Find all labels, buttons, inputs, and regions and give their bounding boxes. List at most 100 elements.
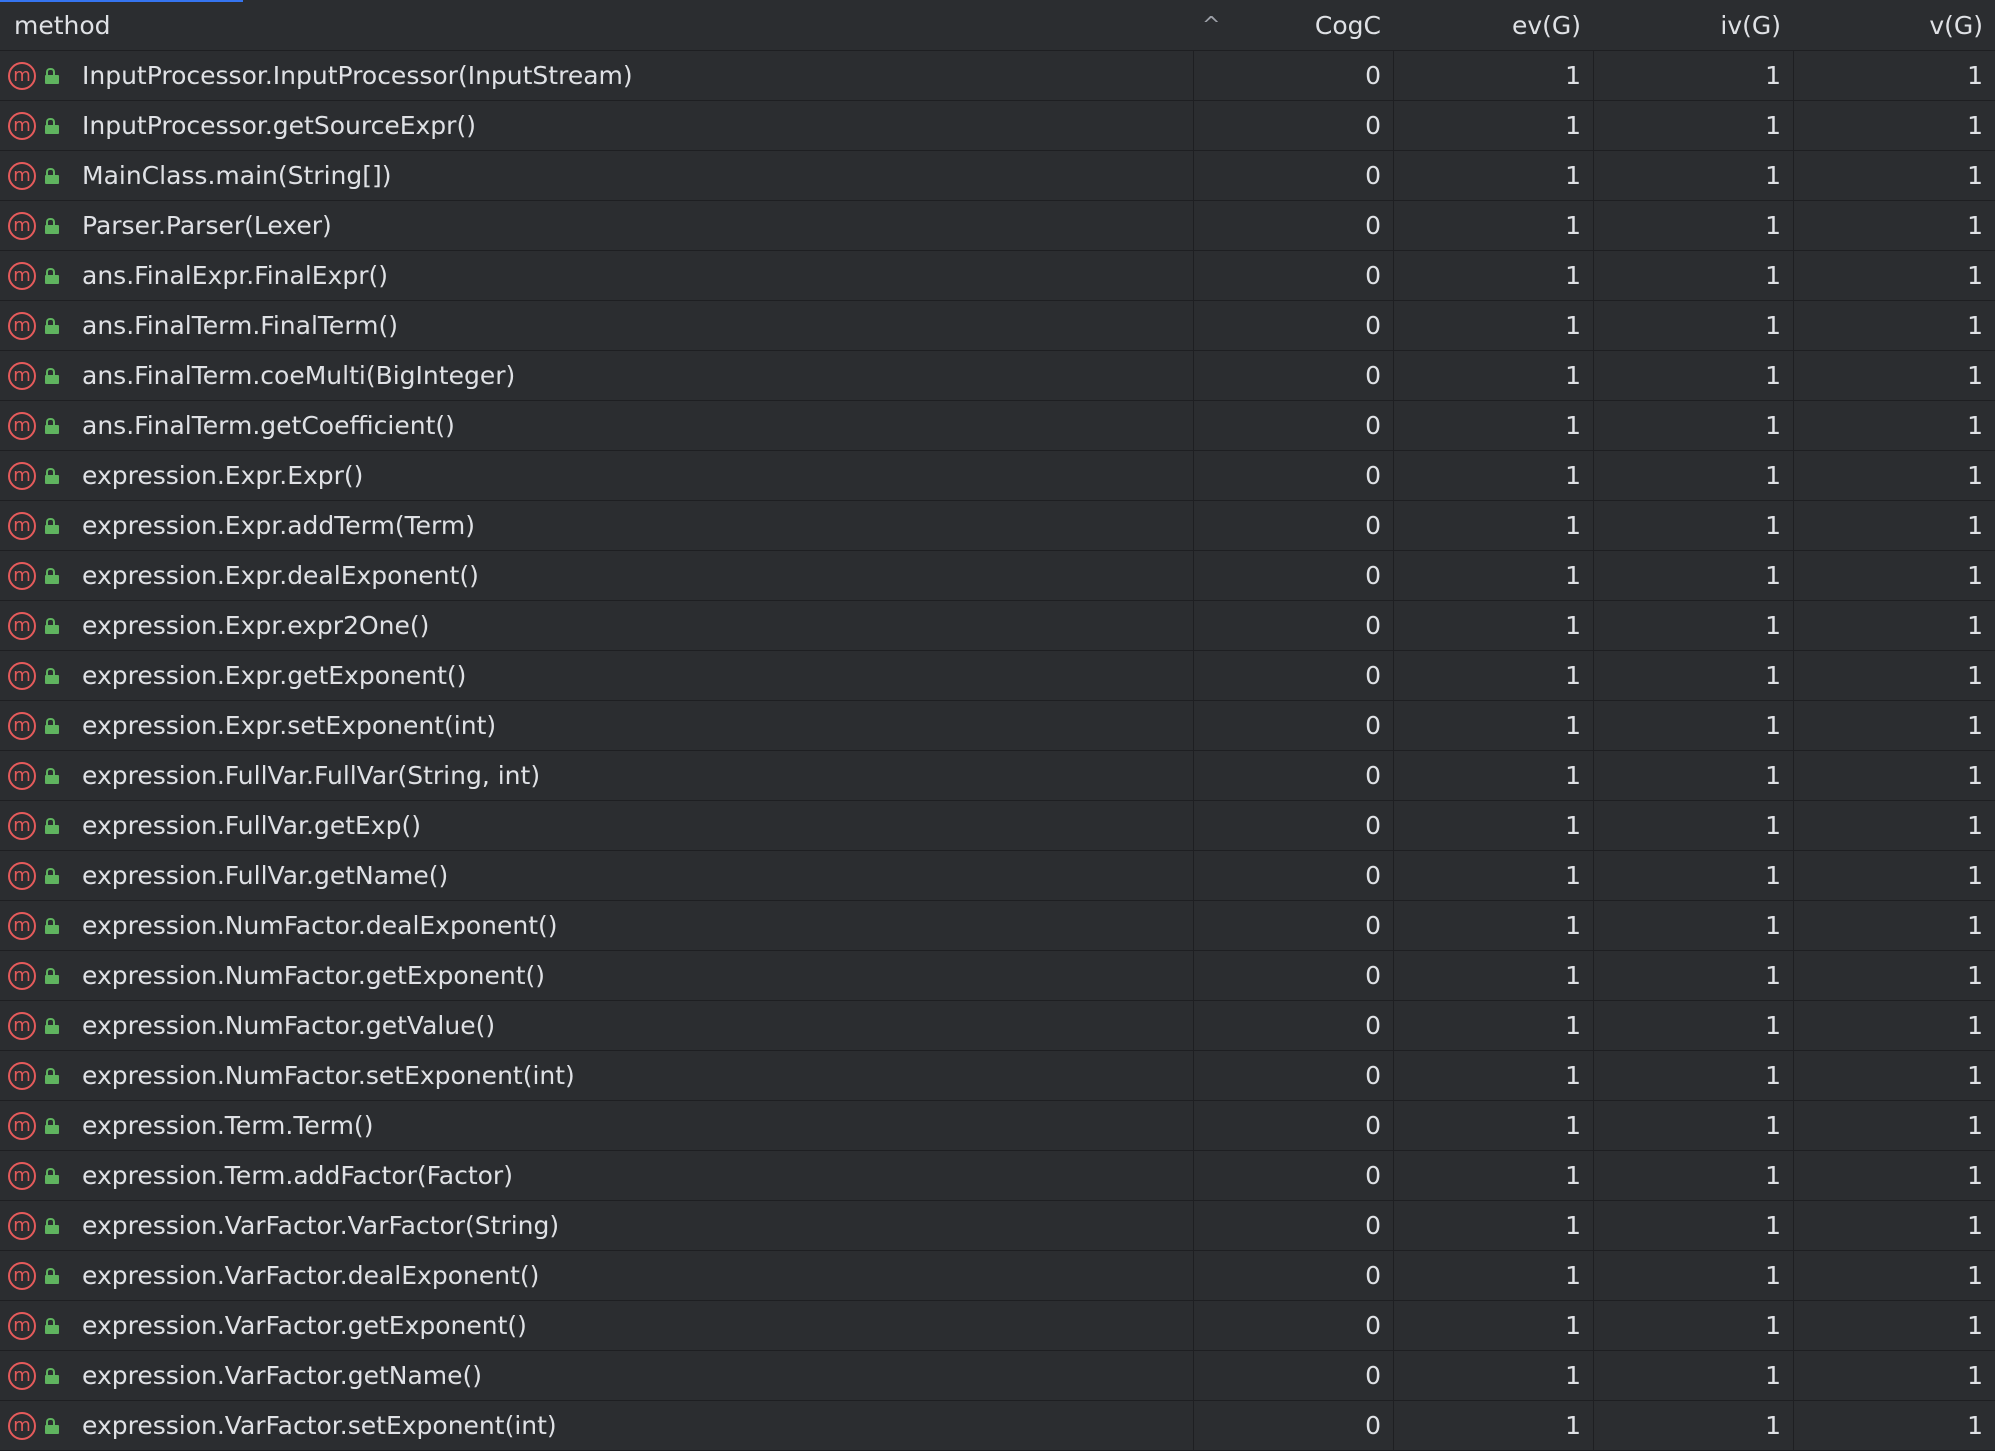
table-row[interactable]: m InputProcessor.InputProcessor(InputStre… <box>0 51 1995 101</box>
cogc-value: 0 <box>1193 551 1393 600</box>
vg-value: 1 <box>1793 101 1995 150</box>
column-header-ivg[interactable]: iv(G) <box>1593 0 1793 50</box>
evg-value: 1 <box>1393 1251 1593 1300</box>
method-icon: m <box>8 911 36 940</box>
column-header-vg[interactable]: v(G) <box>1793 0 1995 50</box>
method-icon: m <box>8 411 36 440</box>
ivg-value: 1 <box>1593 401 1793 450</box>
method-cell: m expression.FullVar.FullVar(String, int) <box>0 751 1193 800</box>
table-row[interactable]: m expression.Expr.getExponent() 0 1 1 1 <box>0 651 1995 701</box>
method-icon: m <box>8 861 36 890</box>
vg-value: 1 <box>1793 751 1995 800</box>
ivg-value: 1 <box>1593 901 1793 950</box>
public-lock-icon <box>45 1067 59 1084</box>
table-row[interactable]: m expression.VarFactor.dealExponent() 0 1 1 1 <box>0 1251 1995 1301</box>
method-icon: m <box>8 1411 36 1440</box>
ivg-value: 1 <box>1593 951 1793 1000</box>
cogc-value: 0 <box>1193 1201 1393 1250</box>
column-header-evg[interactable]: ev(G) <box>1393 0 1593 50</box>
evg-value: 1 <box>1393 901 1593 950</box>
table-row[interactable]: m expression.Expr.dealExponent() 0 1 1 1 <box>0 551 1995 601</box>
evg-value: 1 <box>1393 501 1593 550</box>
cogc-value: 0 <box>1193 851 1393 900</box>
table-row[interactable]: m ans.FinalTerm.getCoefficient() 0 1 1 1 <box>0 401 1995 451</box>
vg-value: 1 <box>1793 401 1995 450</box>
table-row[interactable]: m expression.Term.addFactor(Factor) 0 1 1 1 <box>0 1151 1995 1201</box>
table-row[interactable]: m InputProcessor.getSourceExpr() 0 1 1 1 <box>0 101 1995 151</box>
ivg-value: 1 <box>1593 701 1793 750</box>
table-row[interactable]: m expression.NumFactor.dealExponent() 0 1 1 1 <box>0 901 1995 951</box>
table-row[interactable]: m expression.Expr.setExponent(int) 0 1 1 1 <box>0 701 1995 751</box>
public-lock-icon <box>45 267 59 284</box>
evg-value: 1 <box>1393 251 1593 300</box>
vg-value: 1 <box>1793 951 1995 1000</box>
table-row[interactable]: m Parser.Parser(Lexer) 0 1 1 1 <box>0 201 1995 251</box>
evg-value: 1 <box>1393 451 1593 500</box>
table-row[interactable]: m expression.Expr.Expr() 0 1 1 1 <box>0 451 1995 501</box>
vg-value: 1 <box>1793 1301 1995 1350</box>
method-name: expression.Expr.dealExponent() <box>82 561 479 590</box>
table-row[interactable]: m ans.FinalExpr.FinalExpr() 0 1 1 1 <box>0 251 1995 301</box>
public-lock-icon <box>45 467 59 484</box>
table-row[interactable]: m expression.VarFactor.setExponent(int) 0 1… <box>0 1401 1995 1451</box>
ivg-value: 1 <box>1593 101 1793 150</box>
method-name: expression.NumFactor.setExponent(int) <box>82 1061 575 1090</box>
vg-value: 1 <box>1793 151 1995 200</box>
evg-value: 1 <box>1393 951 1593 1000</box>
cogc-value: 0 <box>1193 251 1393 300</box>
evg-value: 1 <box>1393 201 1593 250</box>
ivg-value: 1 <box>1593 351 1793 400</box>
table-row[interactable]: m expression.VarFactor.VarFactor(String) 0… <box>0 1201 1995 1251</box>
ivg-value: 1 <box>1593 1251 1793 1300</box>
evg-value: 1 <box>1393 301 1593 350</box>
method-icon: m <box>8 1261 36 1290</box>
method-name: expression.Expr.setExponent(int) <box>82 711 497 740</box>
cogc-value: 0 <box>1193 1151 1393 1200</box>
table-row[interactable]: m expression.FullVar.FullVar(String, int)… <box>0 751 1995 801</box>
table-row[interactable]: m MainClass.main(String[]) 0 1 1 1 <box>0 151 1995 201</box>
method-name: ans.FinalTerm.getCoefficient() <box>82 411 455 440</box>
ivg-value: 1 <box>1593 801 1793 850</box>
public-lock-icon <box>45 567 59 584</box>
public-lock-icon <box>45 117 59 134</box>
evg-value: 1 <box>1393 351 1593 400</box>
method-icon: m <box>8 1211 36 1240</box>
table-row[interactable]: m expression.FullVar.getExp() 0 1 1 1 <box>0 801 1995 851</box>
table-row[interactable]: m expression.FullVar.getName() 0 1 1 1 <box>0 851 1995 901</box>
column-header-cogc[interactable]: CogC <box>1193 0 1393 50</box>
ivg-value: 1 <box>1593 1051 1793 1100</box>
table-row[interactable]: m expression.VarFactor.getName() 0 1 1 1 <box>0 1351 1995 1401</box>
evg-value: 1 <box>1393 701 1593 750</box>
method-cell: m expression.VarFactor.getExponent() <box>0 1301 1193 1350</box>
method-cell: m expression.Expr.Expr() <box>0 451 1193 500</box>
method-icon: m <box>8 261 36 290</box>
cogc-value: 0 <box>1193 451 1393 500</box>
method-name: ans.FinalTerm.FinalTerm() <box>82 311 399 340</box>
table-row[interactable]: m expression.Term.Term() 0 1 1 1 <box>0 1101 1995 1151</box>
ivg-value: 1 <box>1593 251 1793 300</box>
evg-value: 1 <box>1393 1401 1593 1450</box>
method-name: expression.FullVar.getExp() <box>82 811 421 840</box>
ivg-value: 1 <box>1593 451 1793 500</box>
method-cell: m Parser.Parser(Lexer) <box>0 201 1193 250</box>
vg-value: 1 <box>1793 601 1995 650</box>
table-row[interactable]: m ans.FinalTerm.coeMulti(BigInteger) 0 1 1 1 <box>0 351 1995 401</box>
table-row[interactable]: m expression.Expr.addTerm(Term) 0 1 1 1 <box>0 501 1995 551</box>
method-name: InputProcessor.InputProcessor(InputStrea… <box>82 61 633 90</box>
public-lock-icon <box>45 967 59 984</box>
public-lock-icon <box>45 767 59 784</box>
table-row[interactable]: m expression.VarFactor.getExponent() 0 1 1 1 <box>0 1301 1995 1351</box>
table-row[interactable]: m expression.NumFactor.getExponent() 0 1 1 1 <box>0 951 1995 1001</box>
method-name: expression.VarFactor.dealExponent() <box>82 1261 540 1290</box>
cogc-value: 0 <box>1193 751 1393 800</box>
column-header-method[interactable]: method <box>0 0 1193 50</box>
cogc-value: 0 <box>1193 351 1393 400</box>
evg-value: 1 <box>1393 101 1593 150</box>
table-row[interactable]: m ans.FinalTerm.FinalTerm() 0 1 1 1 <box>0 301 1995 351</box>
public-lock-icon <box>45 717 59 734</box>
ivg-value: 1 <box>1593 1201 1793 1250</box>
table-row[interactable]: m expression.NumFactor.setExponent(int) 0 1… <box>0 1051 1995 1101</box>
table-row[interactable]: m expression.NumFactor.getValue() 0 1 1 1 <box>0 1001 1995 1051</box>
table-row[interactable]: m expression.Expr.expr2One() 0 1 1 1 <box>0 601 1995 651</box>
public-lock-icon <box>45 1367 59 1384</box>
